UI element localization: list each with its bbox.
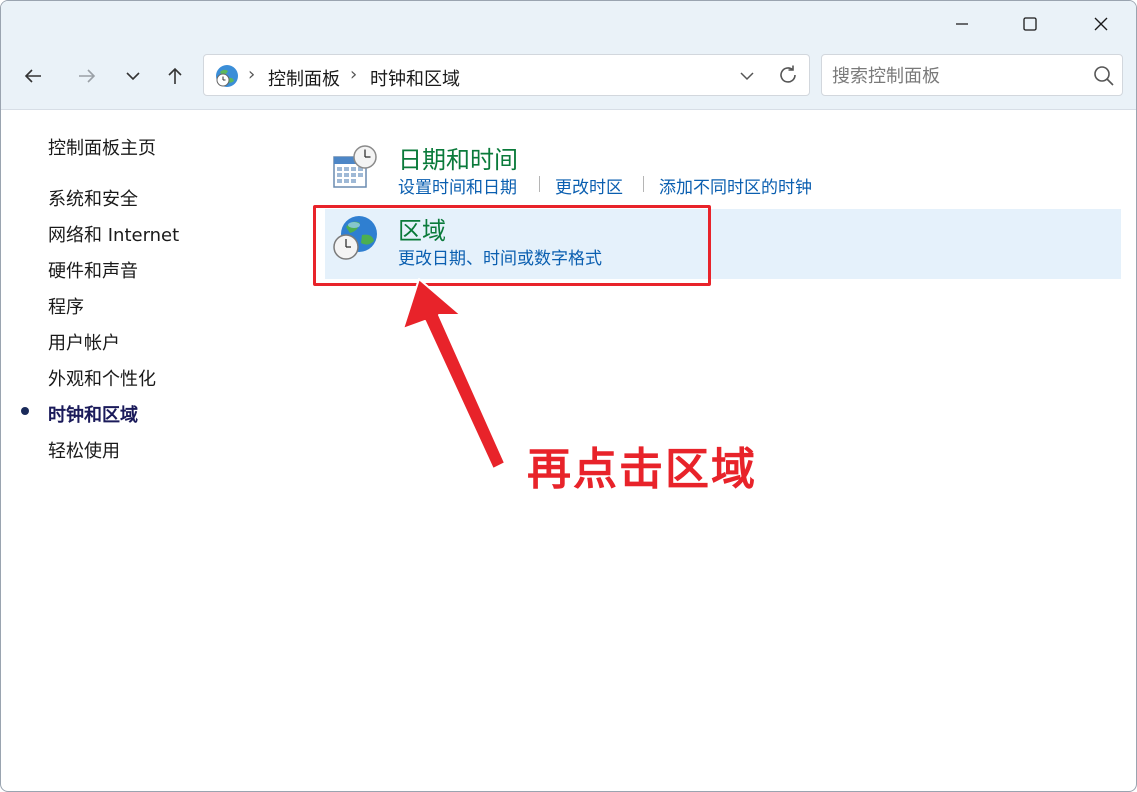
breadcrumb-separator: ›: [350, 64, 358, 85]
sidebar-item-system-security[interactable]: 系统和安全: [48, 185, 138, 211]
refresh-icon[interactable]: [776, 63, 800, 87]
search-icon[interactable]: [1092, 64, 1116, 88]
category-title-date-time[interactable]: 日期和时间: [398, 140, 518, 175]
calendar-clock-icon: [333, 145, 377, 188]
sidebar: 控制面板主页 系统和安全 网络和 Internet 硬件和声音 程序 用户帐户 …: [1, 111, 301, 791]
sidebar-item-clock-region[interactable]: 时钟和区域: [48, 401, 138, 427]
link-change-time-zone[interactable]: 更改时区: [555, 173, 623, 198]
link-divider: [643, 176, 644, 192]
arrow-right-icon: [79, 69, 96, 83]
maximize-button[interactable]: [1007, 7, 1053, 41]
control-panel-globe-icon: [216, 65, 238, 87]
recent-locations-button[interactable]: [116, 59, 150, 93]
sidebar-item-hardware-sound[interactable]: 硬件和声音: [48, 257, 138, 283]
sidebar-item-network[interactable]: 网络和 Internet: [48, 221, 179, 247]
search-box[interactable]: [821, 54, 1123, 96]
annotation-arrow-icon: [402, 278, 506, 470]
minimize-button[interactable]: [939, 7, 985, 41]
title-bar: › 控制面板 › 时钟和区域: [1, 1, 1136, 110]
chevron-down-icon: [126, 72, 140, 81]
back-button[interactable]: [16, 59, 50, 93]
breadcrumb-control-panel[interactable]: 控制面板: [268, 65, 340, 91]
link-divider: [539, 176, 540, 192]
address-bar[interactable]: › 控制面板 › 时钟和区域: [203, 54, 810, 96]
breadcrumb-separator: ›: [248, 64, 256, 85]
sidebar-item-appearance[interactable]: 外观和个性化: [48, 365, 156, 391]
sidebar-item-user-accounts[interactable]: 用户帐户: [48, 329, 120, 355]
forward-button[interactable]: [70, 59, 104, 93]
link-add-clocks[interactable]: 添加不同时区的时钟: [659, 173, 812, 198]
sidebar-item-ease-of-access[interactable]: 轻松使用: [48, 437, 120, 463]
address-history-chevron-icon[interactable]: [736, 65, 758, 87]
sidebar-item-home[interactable]: 控制面板主页: [48, 134, 156, 160]
minimize-icon: [956, 23, 968, 25]
arrow-left-icon: [24, 69, 41, 83]
close-icon: [1094, 17, 1108, 31]
breadcrumb-clock-region[interactable]: 时钟和区域: [370, 65, 460, 91]
sidebar-item-programs[interactable]: 程序: [48, 293, 84, 319]
maximize-icon: [1023, 17, 1037, 31]
close-button[interactable]: [1078, 7, 1124, 41]
search-input[interactable]: [832, 63, 1082, 89]
active-item-bullet: [21, 407, 29, 415]
control-panel-window: › 控制面板 › 时钟和区域 控制面板主页 系统和安全 网络和 Internet…: [0, 0, 1137, 792]
annotation-text: 再点击区域: [526, 443, 757, 496]
link-set-time-date[interactable]: 设置时间和日期: [398, 173, 517, 198]
arrow-up-icon: [168, 67, 182, 84]
up-button[interactable]: [158, 59, 192, 93]
